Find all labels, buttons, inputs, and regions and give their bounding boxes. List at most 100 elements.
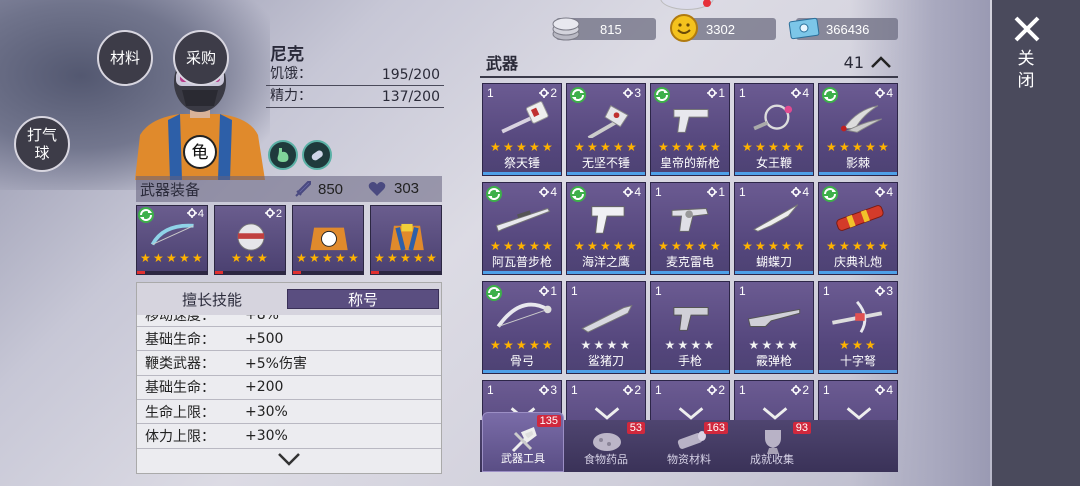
tab-skills[interactable]: 擅长技能 (137, 283, 287, 315)
star-rating: ★ ★ ★ ★ ★ (567, 141, 645, 153)
star-icon: ★ (574, 140, 585, 154)
gold-value: 3302 (706, 21, 735, 37)
skill-label: 基础生命： (145, 380, 215, 397)
star-icon: ★ (179, 251, 190, 265)
skill-label: 基础生命： (145, 331, 215, 348)
bow-icon (496, 302, 552, 328)
category-tab[interactable]: 93 成就收集 (731, 420, 813, 472)
star-icon: ★ (166, 251, 177, 265)
equipment-slot[interactable]: ★ ★ ★ ★ ★ (292, 205, 364, 275)
item-count-value: 4 (550, 185, 557, 199)
star-icon: ★ (257, 251, 268, 265)
weapon-card[interactable]: 1 4 ★ ★ ★ ★ ★ 蝴蝶刀 (734, 182, 814, 275)
star-icon: ★ (742, 140, 753, 154)
star-icon: ★ (348, 251, 359, 265)
weapon-card[interactable]: 1 ★ ★ ★ ★ 霰弹枪 (734, 281, 814, 374)
tab-titles[interactable]: 称号 (287, 289, 439, 309)
star-icon: ★ (503, 239, 514, 253)
weapon-card[interactable]: 1 2 ★ ★ ★ ★ ★ 祭天锤 (482, 83, 562, 176)
category-tab[interactable]: 163 物资材料 (648, 420, 730, 472)
item-count-value: 1 (718, 185, 725, 199)
medicine-buff-icon[interactable] (302, 140, 332, 170)
balloon-button[interactable]: 打气球 (14, 116, 70, 172)
star-icon: ★ (878, 239, 889, 253)
equipment-slot[interactable]: ★ ★ ★ ★ ★ (370, 205, 442, 275)
star-icon: ★ (839, 239, 850, 253)
equipment-header: 武器装备 850 303 (136, 176, 442, 202)
weapon-card[interactable]: 4 ★ ★ ★ ★ ★ 阿瓦普步枪 (482, 182, 562, 275)
durability-bar (735, 370, 813, 373)
durability-bar (651, 172, 729, 175)
item-count: 4 (875, 383, 893, 397)
star-rating: ★ ★ ★ ★ ★ (483, 240, 561, 252)
notification-dot (703, 0, 711, 7)
durability-bar (819, 271, 897, 274)
star-icon: ★ (826, 140, 837, 154)
item-count-value: 2 (718, 383, 725, 397)
weapon-name: 鲨猪刀 (587, 354, 624, 368)
equipment-slot[interactable]: 4 ★ ★ ★ ★ ★ (136, 205, 208, 275)
star-icon: ★ (516, 338, 527, 352)
star-rating: ★ ★ ★ ★ ★ (137, 252, 207, 264)
skill-row: 生命上限： +30% (137, 400, 441, 425)
item-count-value: 4 (802, 185, 809, 199)
star-rating: ★ ★ ★ ★ ★ (735, 141, 813, 153)
purchase-button[interactable]: 采购 (173, 30, 229, 86)
star-icon: ★ (387, 251, 398, 265)
item-level: 1 (823, 383, 830, 397)
attack-value: 850 (318, 180, 344, 198)
equipment-slot[interactable]: 2 ★ ★ ★ (214, 205, 286, 275)
star-icon: ★ (542, 239, 553, 253)
star-icon: ★ (677, 338, 689, 352)
weapon-name: 麦克雷电 (665, 255, 714, 269)
weapon-card[interactable]: 1 4 ★ ★ ★ ★ ★ 女王鞭 (734, 83, 814, 176)
item-count: 2 (791, 383, 809, 397)
weapon-card[interactable]: 1 1 ★ ★ ★ ★ ★ 麦克雷电 (650, 182, 730, 275)
star-icon: ★ (671, 239, 682, 253)
category-tab[interactable]: 53 食物药品 (565, 420, 647, 472)
weapon-card[interactable]: 3 ★ ★ ★ ★ ★ 无坚不锤 (566, 83, 646, 176)
inventory-count-toggle[interactable]: 41 (844, 53, 892, 72)
star-icon: ★ (600, 239, 611, 253)
skill-label: 生命上限： (145, 404, 215, 421)
star-icon: ★ (697, 239, 708, 253)
close-icon[interactable] (1010, 12, 1044, 46)
weapon-card[interactable]: 4 ★ ★ ★ ★ ★ 影棘 (818, 83, 898, 176)
chevron-up-icon[interactable] (870, 55, 892, 69)
star-icon: ★ (787, 338, 799, 352)
star-icon: ★ (742, 239, 753, 253)
star-icon: ★ (490, 338, 501, 352)
close-label[interactable]: 关闭 (1016, 48, 1036, 92)
notification-bubble[interactable] (660, 0, 714, 10)
health-stat: 303 (368, 180, 419, 197)
star-icon: ★ (244, 251, 255, 265)
weapon-card[interactable]: 1 3 ★ ★ ★ 十字弩 (818, 281, 898, 374)
item-level: 1 (571, 383, 578, 397)
weapon-name: 海洋之鹰 (581, 255, 630, 269)
item-count: 2 (623, 383, 641, 397)
star-icon: ★ (781, 239, 792, 253)
weapon-name: 蝴蝶刀 (755, 255, 792, 269)
star-icon: ★ (542, 140, 553, 154)
durability-bar (293, 271, 363, 274)
durability-bar (483, 370, 561, 373)
star-icon: ★ (865, 140, 876, 154)
weapon-card[interactable]: 1 ★ ★ ★ ★ 鲨猪刀 (566, 281, 646, 374)
item-level: 1 (487, 86, 494, 100)
stomach-buff-icon[interactable] (268, 140, 298, 170)
star-icon: ★ (619, 338, 631, 352)
weapon-name: 祭天锤 (503, 156, 540, 170)
weapon-card[interactable]: 1 ★ ★ ★ ★ 手枪 (650, 281, 730, 374)
chevron-down-icon[interactable] (277, 449, 301, 469)
star-icon: ★ (794, 239, 805, 253)
weapon-card[interactable]: 1 ★ ★ ★ ★ ★ 皇帝的新枪 (650, 83, 730, 176)
weapon-card[interactable]: 1 ★ ★ ★ ★ ★ 骨弓 (482, 281, 562, 374)
durability-bar (567, 271, 645, 274)
skill-row: 基础生命： +500 (137, 327, 441, 352)
weapon-card[interactable]: 4 ★ ★ ★ ★ ★ 庆典礼炮 (818, 182, 898, 275)
star-icon: ★ (542, 338, 553, 352)
weapon-card[interactable]: 4 ★ ★ ★ ★ ★ 海洋之鹰 (566, 182, 646, 275)
category-tab[interactable]: 135 武器工具 (482, 412, 564, 472)
skill-value: +30% (245, 403, 288, 420)
star-icon: ★ (490, 140, 501, 154)
